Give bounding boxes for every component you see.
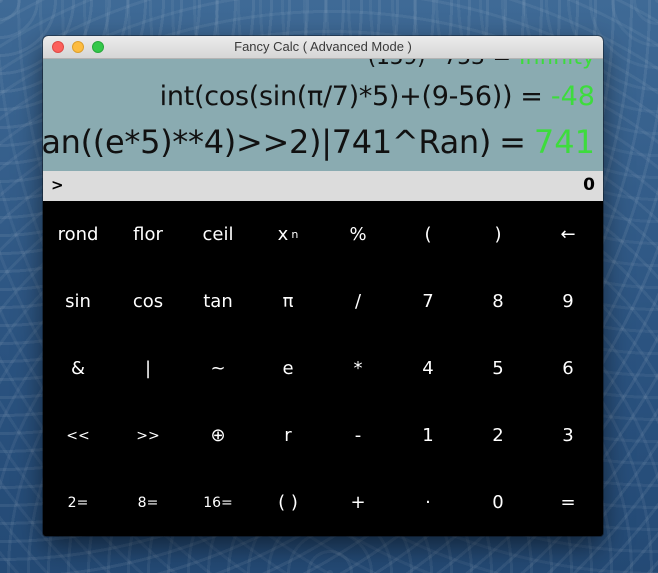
digit-4-button[interactable]: 4 [393,335,463,402]
backspace-button[interactable]: ← [533,201,603,268]
history-line: floor((tan((e*5)**4)>>2)|741^Ran)=741 [43,123,595,161]
bitwise-and-button[interactable]: & [43,335,113,402]
multiply-button[interactable]: * [323,335,393,402]
power-button[interactable]: xn [253,201,323,268]
random-button[interactable]: r [253,402,323,469]
ceil-button[interactable]: ceil [183,201,253,268]
history-panel: (159)^753 = Infinity int(cos(sin(π/7)*5)+(… [43,59,603,171]
tan-button[interactable]: tan [183,268,253,335]
floor-button[interactable]: flor [113,201,183,268]
history-expression: (159)^753 [368,59,485,70]
history-line: (159)^753 = Infinity [368,59,595,70]
history-expression: int(cos(sin(π/7)*5)+(9-56)) [159,81,513,112]
hex-convert-button[interactable]: 16= [183,469,253,536]
digit-3-button[interactable]: 3 [533,402,603,469]
shift-left-button[interactable]: << [43,402,113,469]
close-paren-button[interactable]: ) [463,201,533,268]
input-prompt: > [51,176,64,194]
digit-9-button[interactable]: 9 [533,268,603,335]
history-equals: = [493,59,511,70]
calculator-window: Fancy Calc ( Advanced Mode ) (159)^753 = I… [43,36,603,536]
plus-button[interactable]: + [323,469,393,536]
decimal-point-button[interactable]: · [393,469,463,536]
euler-e-button[interactable]: e [253,335,323,402]
digit-1-button[interactable]: 1 [393,402,463,469]
shift-right-button[interactable]: >> [113,402,183,469]
input-value[interactable]: 0 [583,175,595,195]
title-bar[interactable]: Fancy Calc ( Advanced Mode ) [43,36,603,59]
digit-5-button[interactable]: 5 [463,335,533,402]
pi-button[interactable]: π [253,268,323,335]
input-bar[interactable]: > 0 [43,171,603,201]
equals-button[interactable]: = [533,469,603,536]
window-title: Fancy Calc ( Advanced Mode ) [234,39,412,54]
bitwise-not-button[interactable]: ~ [183,335,253,402]
bitwise-or-button[interactable]: | [113,335,183,402]
digit-2-button[interactable]: 2 [463,402,533,469]
power-base-label: x [277,224,289,245]
percent-button[interactable]: % [323,201,393,268]
digit-8-button[interactable]: 8 [463,268,533,335]
digit-6-button[interactable]: 6 [533,335,603,402]
history-result: -48 [550,81,595,112]
history-result: 741 [533,123,595,161]
digit-0-button[interactable]: 0 [463,469,533,536]
history-equals: = [499,123,526,161]
minus-button[interactable]: - [323,402,393,469]
history-line: int(cos(sin(π/7)*5)+(9-56)) = -48 [160,81,595,112]
round-button[interactable]: rond [43,201,113,268]
power-exponent-label: n [291,228,299,241]
keypad: rond flor ceil xn % ( ) ← sin cos tan π … [43,201,603,536]
brackets-button[interactable]: ( ) [253,469,323,536]
history-expression: floor((tan((e*5)**4)>>2)|741^Ran) [43,123,492,161]
history-equals: = [520,81,543,112]
octal-convert-button[interactable]: 8= [113,469,183,536]
history-result: Infinity [519,59,595,70]
open-paren-button[interactable]: ( [393,201,463,268]
divide-button[interactable]: / [323,268,393,335]
cos-button[interactable]: cos [113,268,183,335]
digit-7-button[interactable]: 7 [393,268,463,335]
binary-convert-button[interactable]: 2= [43,469,113,536]
sin-button[interactable]: sin [43,268,113,335]
xor-button[interactable]: ⊕ [183,402,253,469]
